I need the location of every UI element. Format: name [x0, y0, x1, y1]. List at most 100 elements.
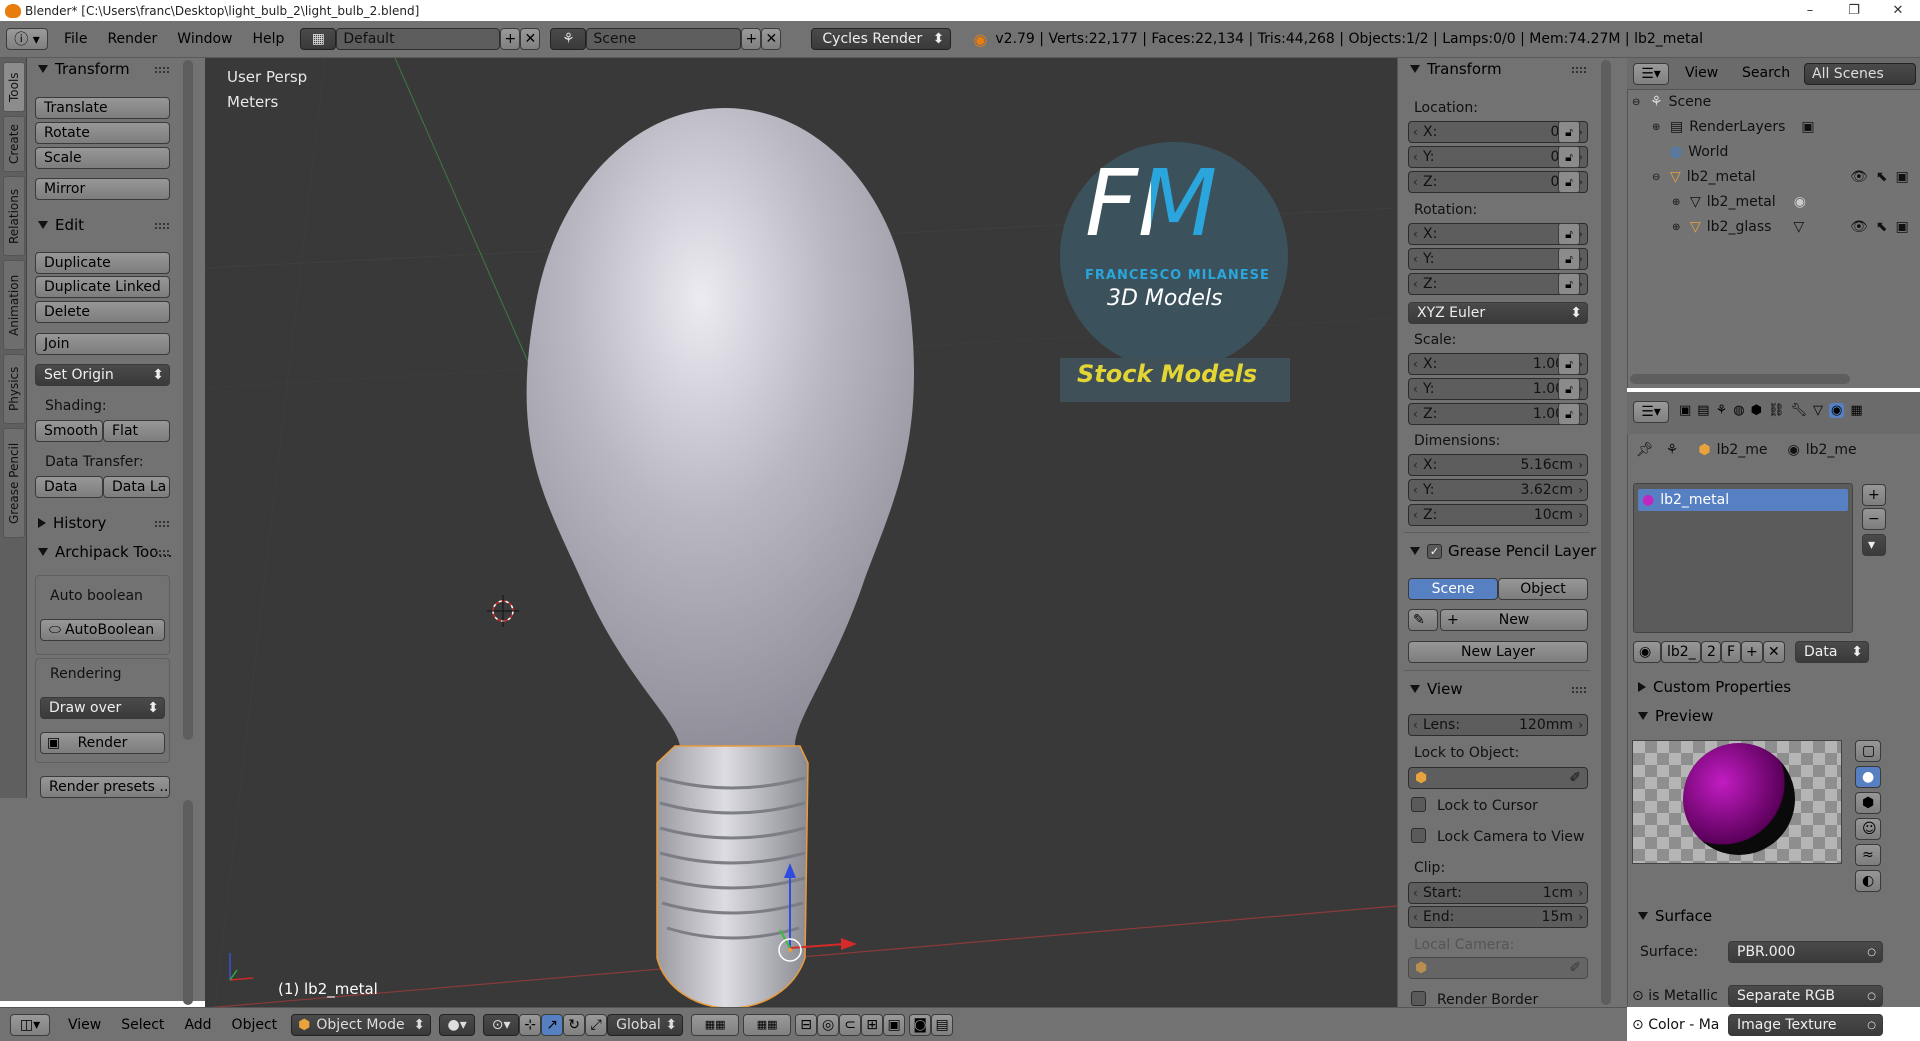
gp-scene-button[interactable]: Scene: [1408, 578, 1498, 600]
panel-grip-icon[interactable]: [155, 67, 169, 73]
render-animation-icon[interactable]: ▤: [931, 1013, 954, 1036]
cursor-select-icon[interactable]: ⬉: [1876, 219, 1888, 235]
slot-specials-icon[interactable]: ▾: [1862, 534, 1886, 556]
unlink-material-icon[interactable]: ✕: [1763, 641, 1785, 663]
proportional-edit-icon[interactable]: ◎: [817, 1013, 840, 1036]
preview-cube-icon[interactable]: ⬢: [1855, 792, 1881, 814]
transform-orientation-select[interactable]: Global ⬍: [607, 1013, 684, 1036]
close-icon[interactable]: ✕: [1876, 0, 1920, 21]
constraints-tab-icon[interactable]: ⛓: [1768, 403, 1785, 418]
translate-manipulator-icon[interactable]: ↗: [541, 1013, 564, 1036]
panel-grip-icon[interactable]: [155, 550, 169, 556]
lock-object-field[interactable]: ⬢ ✐: [1408, 767, 1588, 789]
transform-props-header[interactable]: Transform: [1410, 60, 1502, 78]
lock-icon[interactable]: 🔓︎: [1558, 273, 1580, 295]
lock-camera-checkbox[interactable]: [1411, 828, 1426, 843]
tab-physics[interactable]: Physics: [3, 354, 25, 424]
remove-layout-icon[interactable]: ✕: [520, 28, 541, 50]
screen-layout-field[interactable]: Default: [336, 28, 501, 50]
grease-pencil-checkbox[interactable]: ✓: [1427, 543, 1442, 559]
layers-grid-icon-2[interactable]: ▦▦: [743, 1013, 792, 1036]
tab-animation[interactable]: Animation: [3, 260, 25, 350]
material-tab-icon[interactable]: ◉: [1828, 403, 1845, 418]
tool-shelf-scrollbar-lower[interactable]: [183, 800, 193, 1005]
browse-material-icon[interactable]: ◉: [1633, 641, 1661, 663]
lock-icon[interactable]: 🔓︎: [1558, 171, 1580, 193]
properties-scrollbar[interactable]: [1601, 60, 1611, 1005]
grease-pencil-layer-header[interactable]: ✓ Grease Pencil Layer: [1410, 542, 1596, 560]
render-still-icon[interactable]: ◙: [909, 1013, 932, 1036]
screen-layout-icon[interactable]: ▦: [300, 28, 337, 50]
preview-monkey-icon[interactable]: ☺: [1855, 818, 1881, 840]
add-scene-icon[interactable]: +: [741, 28, 762, 50]
rotate-button[interactable]: Rotate: [35, 122, 170, 144]
render-camera-icon[interactable]: ▣: [1896, 169, 1909, 185]
gp-new-layer-button[interactable]: New Layer: [1408, 641, 1588, 663]
pin-icon[interactable]: 📌︎: [1636, 442, 1654, 458]
world-tab-icon[interactable]: ◍: [1733, 403, 1744, 418]
scene-tab-icon[interactable]: ⚘: [1716, 403, 1728, 418]
gp-object-button[interactable]: Object: [1498, 578, 1588, 600]
material-link-select[interactable]: Data ⬍: [1795, 641, 1869, 663]
pencil-icon[interactable]: ✎: [1408, 609, 1438, 631]
data-transfer-button[interactable]: Data: [35, 476, 103, 498]
editor-type-outliner-button[interactable]: ☰▾: [1633, 63, 1669, 85]
lock-icon[interactable]: 🔓︎: [1558, 146, 1580, 168]
eye-icon[interactable]: 👁︎: [1850, 219, 1868, 235]
menu-window[interactable]: Window: [177, 31, 232, 47]
outliner-row-scene[interactable]: ⊖ ⚘ Scene: [1632, 94, 1711, 110]
lens-field[interactable]: Lens: 120mm: [1408, 714, 1588, 736]
editor-type-3dview-button[interactable]: ◫▾: [10, 1013, 50, 1036]
translate-button[interactable]: Translate: [35, 97, 170, 119]
mode-select[interactable]: ⬢ Object Mode ⬍: [291, 1013, 432, 1036]
material-users-count[interactable]: 2: [1701, 641, 1721, 663]
panel-grip-icon[interactable]: [155, 223, 169, 229]
render-button[interactable]: ▣ Render: [40, 732, 165, 754]
data-layout-button[interactable]: Data La: [103, 476, 170, 498]
link-icon[interactable]: ⊙: [1632, 1017, 1644, 1033]
outliner-row-lb2-glass[interactable]: ⊕ ▽ lb2_glass ▽: [1672, 219, 1804, 235]
3d-cursor-icon[interactable]: [487, 595, 519, 627]
scale-manipulator-icon[interactable]: ⤢: [585, 1013, 608, 1036]
rotation-mode-select[interactable]: XYZ Euler ⬍: [1408, 302, 1588, 324]
panel-grip-icon[interactable]: [155, 521, 169, 527]
data-tab-icon[interactable]: ▽: [1813, 403, 1823, 418]
mirror-button[interactable]: Mirror: [35, 178, 170, 200]
material-slot-row[interactable]: ● lb2_metal: [1638, 489, 1848, 511]
surface-header[interactable]: Surface: [1638, 907, 1712, 925]
scene-field[interactable]: Scene: [586, 28, 742, 50]
lock-icon[interactable]: 🔓︎: [1558, 248, 1580, 270]
panel-grip-icon[interactable]: [1572, 687, 1586, 693]
rotate-manipulator-icon[interactable]: ↻: [563, 1013, 586, 1036]
layers-grid-icon[interactable]: ▦▦: [691, 1013, 740, 1036]
tool-shelf-scrollbar[interactable]: [183, 60, 193, 740]
outliner-filter-select[interactable]: All Scenes: [1804, 63, 1916, 85]
scene-icon[interactable]: ⚘: [550, 28, 587, 50]
outliner-row-lb2-metal-mesh[interactable]: ⊕ ▽ lb2_metal ◉: [1672, 194, 1806, 210]
gp-new-button[interactable]: + New: [1440, 609, 1588, 631]
add-layout-icon[interactable]: +: [500, 28, 521, 50]
lock-icon[interactable]: 🔓︎: [1558, 121, 1580, 143]
lock-icon[interactable]: 🔓︎: [1558, 403, 1580, 425]
menu-object[interactable]: Object: [232, 1017, 278, 1033]
lock-icon[interactable]: 🔓︎: [1558, 353, 1580, 375]
remove-scene-icon[interactable]: ✕: [761, 28, 782, 50]
lock-icon[interactable]: 🔓︎: [1558, 378, 1580, 400]
tab-tools[interactable]: Tools: [3, 62, 25, 112]
3d-viewport[interactable]: User Persp Meters (1) lb2_metal FM FRANC…: [205, 58, 1397, 1007]
shade-smooth-button[interactable]: Smooth: [35, 420, 103, 442]
metallic-input-select[interactable]: Separate RGB ○: [1728, 985, 1883, 1007]
menu-help[interactable]: Help: [252, 31, 284, 47]
preview-world-icon[interactable]: ◐: [1855, 870, 1881, 892]
scale-button[interactable]: Scale: [35, 147, 170, 169]
edit-panel-header[interactable]: Edit: [38, 216, 84, 234]
eyedropper-icon[interactable]: ✐: [1569, 960, 1581, 976]
custom-properties-header[interactable]: Custom Properties: [1638, 678, 1791, 696]
lock-icon[interactable]: 🔓︎: [1558, 223, 1580, 245]
expand-icon[interactable]: ⊕: [1652, 122, 1664, 133]
remove-slot-icon[interactable]: −: [1862, 508, 1886, 530]
outliner-row-world[interactable]: ◍ World: [1670, 144, 1728, 160]
outliner-menu-view[interactable]: View: [1685, 65, 1718, 81]
render-layers-tab-icon[interactable]: ▤: [1697, 403, 1709, 418]
menu-view[interactable]: View: [68, 1017, 101, 1033]
